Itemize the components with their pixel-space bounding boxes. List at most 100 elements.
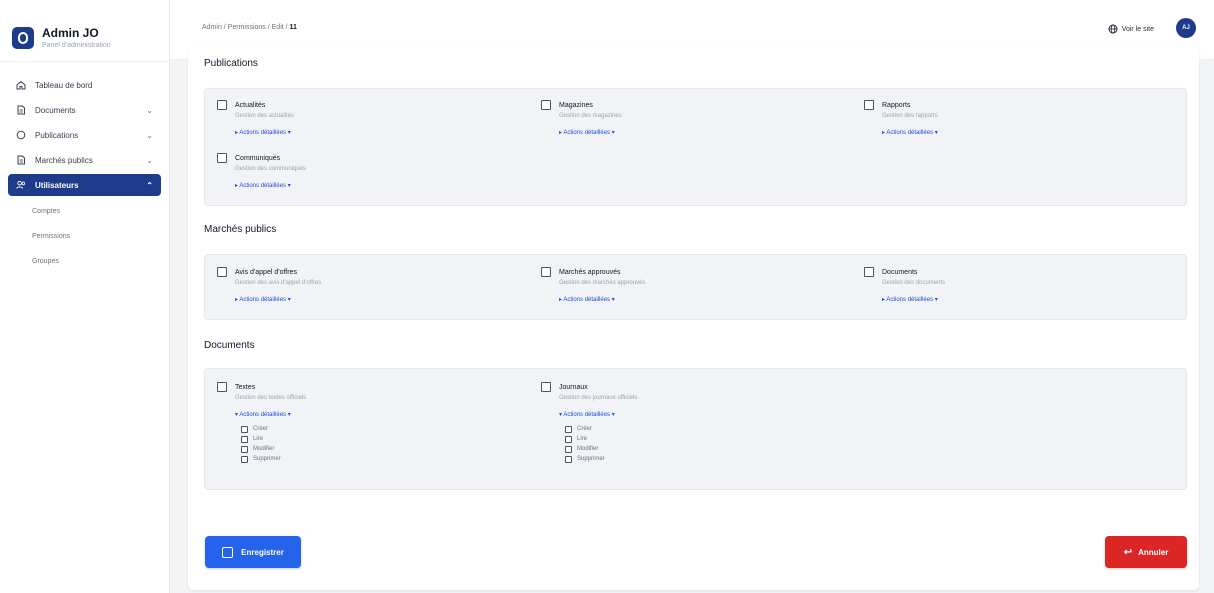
breadcrumb-path[interactable]: Admin / Permissions / Edit / [202, 24, 290, 31]
action-label: Modifier [253, 446, 275, 452]
document-icon [16, 105, 26, 115]
permission-description: Gestion des magazines [559, 113, 622, 119]
permission-name: Communiqués [235, 154, 281, 162]
brand-subtitle: Panel d'administration [42, 42, 111, 49]
save-button-label: Enregistrer [241, 547, 284, 557]
save-button[interactable]: Enregistrer [205, 536, 301, 568]
action-label: Créer [253, 426, 269, 432]
undo-icon: ↩ [1123, 546, 1133, 558]
detailed-actions-toggle[interactable]: ▸ Actions détaillées ▾ [235, 296, 321, 303]
action-label: Modifier [577, 446, 599, 452]
sidebar-subitem-groupes[interactable]: Groupes [32, 249, 169, 274]
document-icon [16, 155, 26, 165]
globe-icon [1108, 24, 1122, 34]
action-option-update[interactable]: Modifier [241, 444, 306, 454]
action-label: Créer [577, 426, 593, 432]
sidebar-item-label: Marchés publics [35, 155, 93, 165]
chevron-up-icon: ⌃ [146, 180, 153, 190]
action-checkbox[interactable] [241, 425, 248, 433]
permission-name: Journaux [559, 383, 588, 391]
permission-name: Actualités [235, 101, 266, 109]
breadcrumb: Admin / Permissions / Edit / 11 [202, 24, 297, 31]
permission-item: Journaux Gestion des journaux officiels … [541, 382, 637, 464]
permission-name: Marchés approuvés [559, 268, 621, 276]
breadcrumb-current: 11 [289, 24, 297, 31]
action-option-create[interactable]: Créer [565, 424, 637, 434]
action-checkbox[interactable] [241, 435, 248, 443]
detailed-actions-list: Créer Lire Modifier Supprimer [565, 424, 637, 464]
sidebar-item-label: Documents [35, 105, 76, 115]
permission-item: Documents Gestion des documents ▸ Action… [864, 267, 945, 303]
save-icon [222, 546, 234, 558]
action-option-read[interactable]: Lire [241, 434, 306, 444]
permission-item: Magazines Gestion des magazines ▸ Action… [541, 100, 622, 136]
detailed-actions-toggle[interactable]: ▸ Actions détaillées ▾ [559, 296, 645, 303]
sidebar-subnav: Comptes Permissions Groupes [0, 199, 169, 274]
sidebar-item-marches-publics[interactable]: Marchés publics ⌄ [8, 149, 161, 171]
circle-icon [16, 130, 26, 140]
action-option-read[interactable]: Lire [565, 434, 637, 444]
permission-checkbox[interactable] [217, 382, 227, 392]
permission-checkbox[interactable] [217, 267, 227, 277]
visit-site-link[interactable]: Voir le site [1108, 24, 1154, 34]
permission-checkbox[interactable] [541, 382, 551, 392]
action-checkbox[interactable] [241, 445, 248, 453]
permission-name: Textes [235, 383, 256, 391]
permission-item: Rapports Gestion des rapports ▸ Actions … [864, 100, 938, 136]
detailed-actions-toggle[interactable]: ▸ Actions détaillées ▾ [882, 296, 945, 303]
sidebar-subitem-comptes[interactable]: Comptes [32, 199, 169, 224]
cancel-button-label: Annuler [1138, 547, 1169, 557]
sidebar-item-label: Publications [35, 130, 79, 140]
chevron-down-icon: ⌄ [146, 105, 153, 115]
permission-edit-card: Publications Actualités Gestion des actu… [188, 46, 1199, 590]
sidebar-item-label: Utilisateurs [35, 180, 79, 190]
permission-name: Rapports [882, 101, 911, 109]
action-option-delete[interactable]: Supprimer [241, 454, 306, 464]
section-title-documents: Documents [204, 340, 255, 351]
avatar[interactable]: AJ [1176, 18, 1196, 38]
action-option-delete[interactable]: Supprimer [565, 454, 637, 464]
permission-checkbox[interactable] [217, 100, 227, 110]
detailed-actions-list: Créer Lire Modifier Supprimer [241, 424, 306, 464]
detailed-actions-toggle[interactable]: ▸ Actions détaillées ▾ [235, 129, 294, 136]
visit-site-label: Voir le site [1121, 25, 1154, 33]
permission-description: Gestion des actualités [235, 113, 295, 119]
action-option-update[interactable]: Modifier [565, 444, 637, 454]
detailed-actions-toggle[interactable]: ▸ Actions détaillées ▾ [235, 182, 306, 189]
permission-checkbox[interactable] [541, 267, 551, 277]
sidebar-item-publications[interactable]: Publications ⌄ [8, 124, 161, 146]
action-label: Lire [577, 436, 588, 442]
sidebar-item-documents[interactable]: Documents ⌄ [8, 99, 161, 121]
permission-checkbox[interactable] [864, 267, 874, 277]
permission-item: Textes Gestion des textes officiels ▾ Ac… [217, 382, 306, 464]
section-title-publications: Publications [204, 58, 258, 69]
action-checkbox[interactable] [565, 445, 572, 453]
sidebar-item-utilisateurs[interactable]: Utilisateurs ⌃ [8, 174, 161, 196]
action-label: Supprimer [577, 456, 605, 462]
sidebar-item-dashboard[interactable]: Tableau de bord [8, 74, 161, 96]
action-checkbox[interactable] [565, 455, 572, 463]
section-panel-marches-publics: Avis d'appel d'offres Gestion des avis d… [204, 254, 1187, 320]
sidebar-subitem-permissions[interactable]: Permissions [32, 224, 169, 249]
sidebar-nav: Tableau de bord Documents ⌄ Publications… [0, 62, 169, 196]
permission-checkbox[interactable] [864, 100, 874, 110]
brand-title: Admin JO [42, 26, 99, 40]
action-label: Supprimer [253, 456, 281, 462]
action-checkbox[interactable] [241, 455, 248, 463]
permission-name: Avis d'appel d'offres [235, 268, 297, 276]
detailed-actions-toggle[interactable]: ▾ Actions détaillées ▾ [235, 411, 306, 418]
action-checkbox[interactable] [565, 435, 572, 443]
permission-description: Gestion des communiqués [235, 166, 307, 172]
home-icon [16, 80, 26, 90]
action-checkbox[interactable] [565, 425, 572, 433]
cancel-button[interactable]: ↩ Annuler [1105, 536, 1187, 568]
detailed-actions-toggle[interactable]: ▸ Actions détaillées ▾ [559, 129, 622, 136]
permission-item: Marchés approuvés Gestion des marchés ap… [541, 267, 645, 303]
detailed-actions-toggle[interactable]: ▾ Actions détaillées ▾ [559, 411, 637, 418]
section-panel-publications: Actualités Gestion des actualités ▸ Acti… [204, 88, 1187, 206]
detailed-actions-toggle[interactable]: ▸ Actions détaillées ▾ [882, 129, 938, 136]
permission-checkbox[interactable] [541, 100, 551, 110]
permission-checkbox[interactable] [217, 153, 227, 163]
action-option-create[interactable]: Créer [241, 424, 306, 434]
chevron-down-icon: ⌄ [146, 155, 153, 165]
